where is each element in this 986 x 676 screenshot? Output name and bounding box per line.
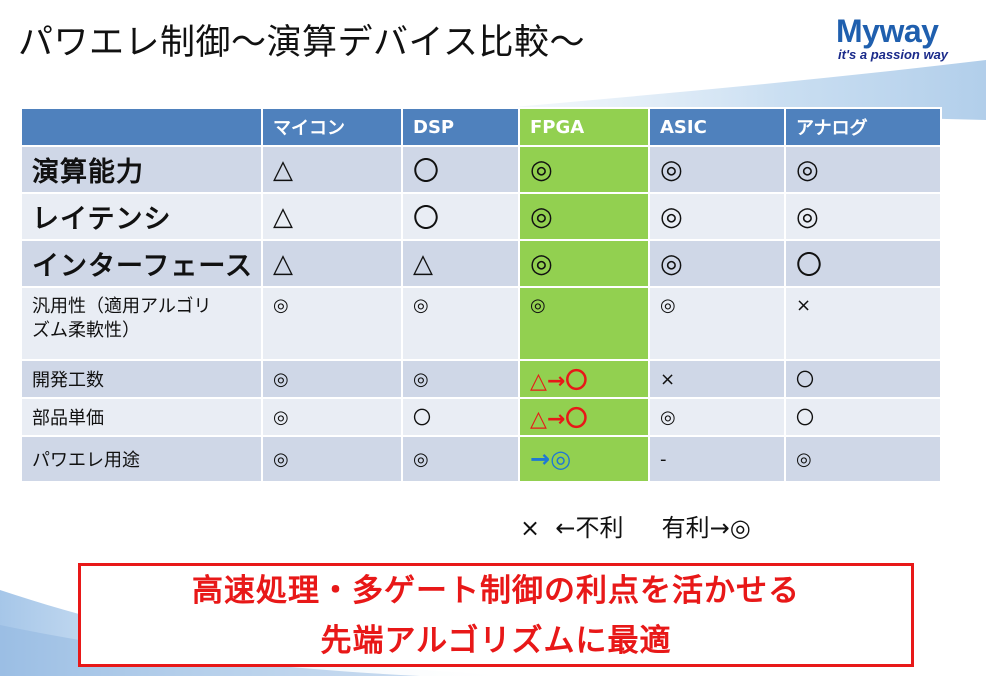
cell-mcu: △ bbox=[261, 145, 403, 194]
cell-fpga: →◎ bbox=[518, 435, 650, 483]
cell-asic: ◎ bbox=[648, 145, 786, 194]
callout-line1: 高速処理・多ゲート制御の利点を活かせる bbox=[192, 573, 800, 609]
cell-mcu: ◎ bbox=[261, 435, 403, 483]
cell-asic: × bbox=[648, 359, 786, 399]
row-label-line1: 汎用性（適用アルゴリ bbox=[32, 296, 212, 317]
cell-analog: ◎ bbox=[784, 435, 942, 483]
table-row: 開発工数 ◎ ◎ △→〇 × 〇 bbox=[20, 359, 942, 399]
cell-mcu: ◎ bbox=[261, 359, 403, 399]
row-label: 演算能力 bbox=[20, 145, 263, 194]
cell-dsp: 〇 bbox=[401, 192, 520, 241]
cell-fpga: △→〇 bbox=[518, 397, 650, 437]
cell-fpga: ◎ bbox=[518, 239, 650, 288]
cell-asic: - bbox=[648, 435, 786, 483]
cell-asic: ◎ bbox=[648, 397, 786, 437]
slide-title: パワエレ制御～演算デバイス比較～ bbox=[18, 23, 585, 63]
cell-dsp: ◎ bbox=[401, 359, 520, 399]
cell-dsp: ◎ bbox=[401, 286, 520, 361]
header-mcu: マイコン bbox=[261, 107, 403, 147]
row-label-line2: ズム柔軟性） bbox=[32, 320, 140, 341]
callout-line2: 先端アルゴリズムに最適 bbox=[320, 623, 672, 659]
cell-analog: ◎ bbox=[784, 145, 942, 194]
cell-dsp: 〇 bbox=[401, 145, 520, 194]
cell-analog: 〇 bbox=[784, 397, 942, 437]
row-label: 汎用性（適用アルゴリ ズム柔軟性） bbox=[20, 286, 263, 361]
header-asic: ASIC bbox=[648, 107, 786, 147]
table-row: 演算能力 △ 〇 ◎ ◎ ◎ bbox=[20, 145, 942, 194]
cell-analog: 〇 bbox=[784, 239, 942, 288]
header-dsp: DSP bbox=[401, 107, 520, 147]
cell-mcu: ◎ bbox=[261, 286, 403, 361]
cell-asic: ◎ bbox=[648, 286, 786, 361]
cell-dsp: △ bbox=[401, 239, 520, 288]
cell-mcu: ◎ bbox=[261, 397, 403, 437]
row-label: レイテンシ bbox=[20, 192, 263, 241]
cell-fpga: △→〇 bbox=[518, 359, 650, 399]
table-header-row: マイコン DSP FPGA ASIC アナログ bbox=[20, 107, 942, 147]
header-corner bbox=[20, 107, 263, 147]
table-row: レイテンシ △ 〇 ◎ ◎ ◎ bbox=[20, 192, 942, 241]
logo-name: Myway bbox=[836, 13, 939, 49]
fpga-trend-mark: →◎ bbox=[530, 445, 572, 473]
cell-fpga: ◎ bbox=[518, 145, 650, 194]
rating-legend: × ←不利 有利→◎ bbox=[520, 514, 751, 542]
cell-asic: ◎ bbox=[648, 239, 786, 288]
table-row: インターフェース △ △ ◎ ◎ 〇 bbox=[20, 239, 942, 288]
company-logo: Myway it's a passion way bbox=[836, 14, 948, 62]
table-row: パワエレ用途 ◎ ◎ →◎ - ◎ bbox=[20, 435, 942, 483]
conclusion-callout: 高速処理・多ゲート制御の利点を活かせる 先端アルゴリズムに最適 bbox=[78, 563, 914, 667]
header-analog: アナログ bbox=[784, 107, 942, 147]
cell-dsp: 〇 bbox=[401, 397, 520, 437]
logo-tagline: it's a passion way bbox=[838, 47, 949, 62]
row-label: パワエレ用途 bbox=[20, 435, 263, 483]
cell-dsp: ◎ bbox=[401, 435, 520, 483]
cell-mcu: △ bbox=[261, 192, 403, 241]
cell-analog: ◎ bbox=[784, 192, 942, 241]
cell-mcu: △ bbox=[261, 239, 403, 288]
device-comparison-table: マイコン DSP FPGA ASIC アナログ 演算能力 △ 〇 ◎ ◎ ◎ レ… bbox=[20, 107, 942, 483]
cell-fpga: ◎ bbox=[518, 286, 650, 361]
cell-analog: 〇 bbox=[784, 359, 942, 399]
table-row: 汎用性（適用アルゴリ ズム柔軟性） ◎ ◎ ◎ ◎ × bbox=[20, 286, 942, 361]
cell-analog: × bbox=[784, 286, 942, 361]
row-label: 部品単価 bbox=[20, 397, 263, 437]
fpga-improvement-mark: △→〇 bbox=[530, 369, 588, 394]
row-label: 開発工数 bbox=[20, 359, 263, 399]
cell-asic: ◎ bbox=[648, 192, 786, 241]
row-label: インターフェース bbox=[20, 239, 263, 288]
table-row: 部品単価 ◎ 〇 △→〇 ◎ 〇 bbox=[20, 397, 942, 437]
fpga-improvement-mark: △→〇 bbox=[530, 407, 588, 432]
header-fpga: FPGA bbox=[518, 107, 650, 147]
cell-fpga: ◎ bbox=[518, 192, 650, 241]
